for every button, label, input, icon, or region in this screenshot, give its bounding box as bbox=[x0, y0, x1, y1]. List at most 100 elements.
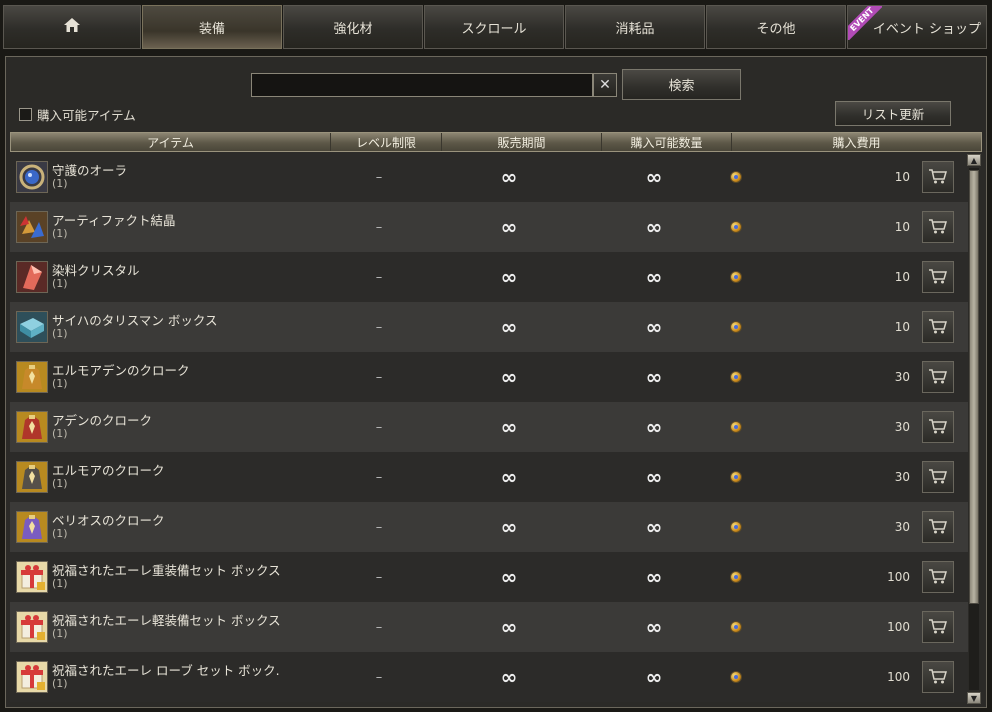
coin-icon bbox=[730, 571, 742, 583]
header-period[interactable]: 販売期間 bbox=[442, 133, 602, 151]
buyable-quantity: ∞ bbox=[645, 265, 663, 289]
price: 30 bbox=[894, 470, 910, 484]
cart-icon bbox=[928, 518, 948, 537]
buyable-quantity: ∞ bbox=[645, 365, 663, 389]
refresh-list-button[interactable]: リスト更新 bbox=[835, 101, 951, 126]
clear-search-button[interactable]: ✕ bbox=[593, 73, 617, 97]
dye-crystal-icon[interactable] bbox=[16, 261, 48, 293]
cart-button[interactable] bbox=[922, 561, 954, 593]
close-icon: ✕ bbox=[599, 77, 611, 93]
coin-icon bbox=[730, 321, 742, 333]
cost-cell: 100 bbox=[722, 652, 968, 702]
price: 100 bbox=[887, 670, 910, 684]
buyable-label: 購入可能アイテム bbox=[37, 108, 136, 123]
search-button[interactable]: 検索 bbox=[622, 69, 741, 100]
tab-1[interactable]: 装備 bbox=[142, 5, 282, 49]
talisman-box-icon[interactable] bbox=[16, 311, 48, 343]
level-limit: – bbox=[375, 669, 383, 685]
cart-button[interactable] bbox=[922, 411, 954, 443]
header-item[interactable]: アイテム bbox=[11, 133, 331, 151]
item-info: 祝福されたエーレ軽装備セット ボックス (1) bbox=[52, 614, 281, 640]
price: 10 bbox=[894, 320, 910, 334]
cart-button[interactable] bbox=[922, 511, 954, 543]
sale-period: ∞ bbox=[500, 665, 518, 689]
tab-6[interactable]: EVENT イベント ショップ bbox=[847, 5, 987, 49]
cart-button[interactable] bbox=[922, 361, 954, 393]
cart-icon bbox=[928, 418, 948, 437]
item-name: アデンのクローク bbox=[52, 413, 153, 428]
tab-home[interactable] bbox=[3, 5, 141, 49]
tab-label: 装備 bbox=[198, 21, 225, 37]
item-name: 染料クリスタル bbox=[52, 263, 140, 278]
sale-period: ∞ bbox=[500, 265, 518, 289]
buyable-filter[interactable]: 購入可能アイテム bbox=[19, 105, 136, 124]
item-count: (1) bbox=[52, 477, 68, 490]
table-row[interactable]: 守護のオーラ (1) – ∞ ∞ 10 bbox=[10, 152, 968, 202]
table-row[interactable]: ベリオスのクローク (1) – ∞ ∞ 30 bbox=[10, 502, 968, 552]
cart-button[interactable] bbox=[922, 211, 954, 243]
coin-icon bbox=[730, 421, 742, 433]
cloak-icon[interactable] bbox=[16, 361, 48, 393]
item-cell: エルモアデンのクローク (1) bbox=[10, 352, 326, 402]
item-cell: 守護のオーラ (1) bbox=[10, 152, 326, 202]
gift-box-icon[interactable] bbox=[16, 611, 48, 643]
price: 100 bbox=[887, 620, 910, 634]
header-level[interactable]: レベル制限 bbox=[331, 133, 442, 151]
cloak-icon[interactable] bbox=[16, 511, 48, 543]
scroll-up-button[interactable]: ▲ bbox=[967, 154, 981, 166]
table-row[interactable]: エルモアのクローク (1) – ∞ ∞ 30 bbox=[10, 452, 968, 502]
tab-4[interactable]: 消耗品 bbox=[565, 5, 705, 49]
cloak-icon[interactable] bbox=[16, 411, 48, 443]
item-count: (1) bbox=[52, 277, 68, 290]
cloak-icon[interactable] bbox=[16, 461, 48, 493]
coin-icon bbox=[730, 221, 742, 233]
table-row[interactable]: 祝福されたエーレ重装備セット ボックス (1) – ∞ ∞ 100 bbox=[10, 552, 968, 602]
table-row[interactable]: アーティファクト結晶 (1) – ∞ ∞ 10 bbox=[10, 202, 968, 252]
table-row[interactable]: 祝福されたエーレ ローブ セット ボック. (1) – ∞ ∞ 100 bbox=[10, 652, 968, 702]
cart-button[interactable] bbox=[922, 311, 954, 343]
table-row[interactable]: エルモアデンのクローク (1) – ∞ ∞ 30 bbox=[10, 352, 968, 402]
aura-icon[interactable] bbox=[16, 161, 48, 193]
sale-period: ∞ bbox=[500, 415, 518, 439]
scroll-thumb[interactable] bbox=[969, 170, 979, 604]
item-name: 祝福されたエーレ重装備セット ボックス bbox=[52, 563, 281, 578]
cart-button[interactable] bbox=[922, 161, 954, 193]
cart-button[interactable] bbox=[922, 261, 954, 293]
level-limit: – bbox=[375, 519, 383, 535]
tab-2[interactable]: 強化材 bbox=[283, 5, 423, 49]
buyable-quantity: ∞ bbox=[645, 315, 663, 339]
tab-5[interactable]: その他 bbox=[706, 5, 846, 49]
item-name: サイハのタリスマン ボックス bbox=[52, 313, 218, 328]
buyable-quantity: ∞ bbox=[645, 615, 663, 639]
tab-label: 強化材 bbox=[333, 21, 373, 37]
table-row[interactable]: アデンのクローク (1) – ∞ ∞ 30 bbox=[10, 402, 968, 452]
gift-box-icon[interactable] bbox=[16, 561, 48, 593]
search-input[interactable] bbox=[251, 73, 593, 97]
level-limit: – bbox=[375, 369, 383, 385]
buyable-checkbox[interactable] bbox=[19, 108, 32, 121]
cart-button[interactable] bbox=[922, 461, 954, 493]
scroll-track[interactable] bbox=[969, 168, 979, 690]
level-limit: – bbox=[375, 569, 383, 585]
coin-icon bbox=[730, 521, 742, 533]
header-cost[interactable]: 購入費用 bbox=[732, 133, 981, 151]
cost-cell: 10 bbox=[722, 202, 968, 252]
scrollbar[interactable]: ▲ ▼ bbox=[967, 154, 981, 704]
price: 30 bbox=[894, 370, 910, 384]
cart-button[interactable] bbox=[922, 661, 954, 693]
table-row[interactable]: 祝福されたエーレ軽装備セット ボックス (1) – ∞ ∞ 100 bbox=[10, 602, 968, 652]
buyable-quantity: ∞ bbox=[645, 515, 663, 539]
table-row[interactable]: 染料クリスタル (1) – ∞ ∞ 10 bbox=[10, 252, 968, 302]
table-row[interactable]: サイハのタリスマン ボックス (1) – ∞ ∞ 10 bbox=[10, 302, 968, 352]
cart-button[interactable] bbox=[922, 611, 954, 643]
cart-icon bbox=[928, 218, 948, 237]
item-count: (1) bbox=[52, 527, 68, 540]
tab-3[interactable]: スクロール bbox=[424, 5, 564, 49]
scroll-down-button[interactable]: ▼ bbox=[967, 692, 981, 704]
item-info: エルモアデンのクローク (1) bbox=[52, 364, 190, 390]
header-quantity[interactable]: 購入可能数量 bbox=[602, 133, 732, 151]
gift-box-icon[interactable] bbox=[16, 661, 48, 693]
crystal-icon[interactable] bbox=[16, 211, 48, 243]
item-name: エルモアのクローク bbox=[52, 463, 165, 478]
event-badge-label: EVENT bbox=[848, 6, 882, 40]
